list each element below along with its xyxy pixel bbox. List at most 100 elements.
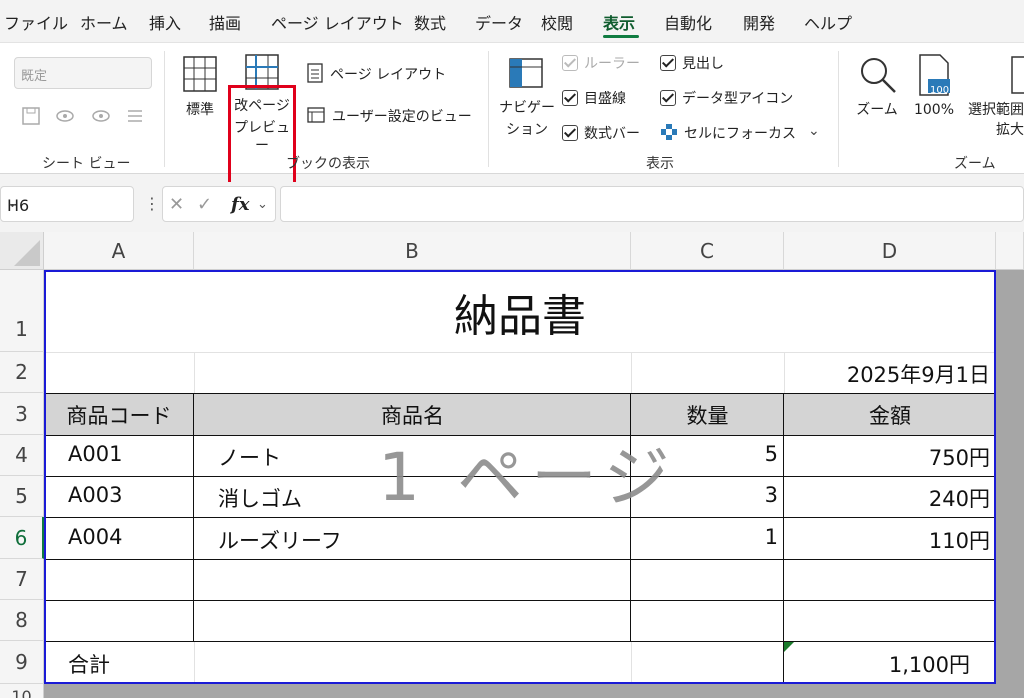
enter-icon[interactable]: ✓ bbox=[197, 194, 212, 215]
outside-print-area bbox=[44, 684, 1024, 698]
sheet-view-combo[interactable]: 既定 ⌄ bbox=[14, 57, 152, 89]
formula-bar-checkbox[interactable]: 数式バー bbox=[562, 123, 640, 143]
column-header-c[interactable]: C bbox=[631, 232, 784, 270]
row-header-4[interactable]: 4 bbox=[0, 435, 44, 476]
row-header-3[interactable]: 3 bbox=[0, 393, 44, 435]
tab-view[interactable]: 表示 bbox=[603, 10, 635, 34]
item-amount[interactable]: 110円 bbox=[784, 525, 990, 555]
headings-checkbox[interactable]: 見出し bbox=[660, 53, 724, 73]
item-name[interactable]: ノート bbox=[218, 442, 281, 472]
navigation-label-2: ション bbox=[506, 122, 548, 138]
workbook-views-group-label: ブックの表示 bbox=[286, 156, 370, 172]
tab-file[interactable]: ファイル bbox=[4, 10, 68, 34]
tab-data[interactable]: データ bbox=[475, 10, 523, 34]
tab-automate[interactable]: 自動化 bbox=[664, 10, 712, 34]
data-type-icons-checkbox[interactable]: データ型アイコン bbox=[660, 88, 793, 108]
focus-cell-icon bbox=[661, 124, 677, 140]
focus-cell-button[interactable]: セルにフォーカス bbox=[660, 123, 796, 143]
total-value[interactable]: 1,100円 bbox=[784, 649, 970, 679]
custom-views-icon bbox=[307, 107, 325, 123]
tab-developer[interactable]: 開発 bbox=[743, 10, 775, 34]
active-tab-indicator bbox=[603, 35, 639, 38]
column-header-b[interactable]: B bbox=[194, 232, 631, 270]
zoom-group-label: ズーム bbox=[954, 156, 996, 172]
ruler-checkbox: ルーラー bbox=[562, 53, 640, 73]
name-box[interactable]: H6 ⌄ bbox=[0, 186, 134, 222]
border bbox=[193, 393, 194, 641]
show-group-label: 表示 bbox=[646, 156, 674, 172]
chevron-down-icon: ⌄ bbox=[257, 197, 268, 212]
normal-view-label: 標準 bbox=[186, 102, 214, 118]
tab-formulas[interactable]: 数式 bbox=[414, 10, 446, 34]
zoom-100-label: 100% bbox=[913, 102, 955, 118]
item-amount[interactable]: 750円 bbox=[784, 442, 990, 472]
select-all-button[interactable] bbox=[0, 232, 44, 270]
item-qty[interactable]: 1 bbox=[631, 525, 778, 549]
save-view-icon[interactable] bbox=[20, 105, 42, 127]
invoice-title[interactable]: 納品書 bbox=[44, 280, 996, 344]
column-header-d[interactable]: D bbox=[784, 232, 996, 270]
outside-print-area bbox=[996, 270, 1024, 698]
zoom-selection-button[interactable]: 選択範囲 拡大 bbox=[966, 49, 1024, 149]
checkbox-icon bbox=[660, 90, 676, 106]
item-code[interactable]: A003 bbox=[68, 483, 122, 507]
item-amount[interactable]: 240円 bbox=[784, 483, 990, 513]
ruler-label: ルーラー bbox=[584, 56, 640, 72]
total-label[interactable]: 合計 bbox=[68, 649, 110, 679]
group-divider bbox=[488, 51, 489, 167]
column-header-a[interactable]: A bbox=[44, 232, 194, 270]
date-cell[interactable]: 2025年9月1日 bbox=[784, 359, 990, 389]
tab-insert[interactable]: 挿入 bbox=[149, 10, 181, 34]
new-view-icon[interactable] bbox=[90, 105, 112, 127]
gridlines-checkbox[interactable]: 目盛線 bbox=[562, 88, 626, 108]
checkbox-icon bbox=[562, 90, 578, 106]
item-qty[interactable]: 5 bbox=[631, 442, 778, 466]
exit-view-icon[interactable] bbox=[54, 105, 76, 127]
zoom-100-button[interactable]: 100 100% bbox=[908, 49, 960, 149]
custom-views-button[interactable]: ユーザー設定のビュー bbox=[306, 105, 472, 126]
options-list-icon[interactable] bbox=[124, 105, 146, 127]
row-header-7[interactable]: 7 bbox=[0, 559, 44, 600]
row-header-1[interactable]: 1 bbox=[0, 270, 44, 352]
formula-input[interactable] bbox=[280, 186, 1024, 222]
row-header-6[interactable]: 6 bbox=[0, 517, 44, 559]
page-layout-icon bbox=[307, 63, 323, 83]
formula-bar-label: 数式バー bbox=[584, 126, 640, 142]
tab-review[interactable]: 校閲 bbox=[541, 10, 573, 34]
item-qty[interactable]: 3 bbox=[631, 483, 778, 507]
gridline bbox=[194, 641, 195, 684]
border bbox=[44, 559, 996, 560]
cancel-icon[interactable]: ✕ bbox=[169, 194, 184, 215]
header-amount[interactable]: 金額 bbox=[784, 400, 996, 430]
normal-view-button[interactable]: 標準 bbox=[172, 49, 228, 149]
zoom-selection-label-2: 拡大 bbox=[996, 122, 1024, 138]
item-name[interactable]: ルーズリーフ bbox=[218, 525, 342, 555]
insert-function-icon[interactable]: fx bbox=[231, 194, 249, 215]
group-divider bbox=[164, 51, 165, 167]
page-layout-view-button[interactable]: ページ レイアウト bbox=[306, 63, 446, 84]
column-header-e[interactable] bbox=[996, 232, 1024, 270]
chevron-down-icon[interactable]: ⌄ bbox=[808, 123, 820, 139]
tab-home[interactable]: ホーム bbox=[80, 10, 128, 34]
navigation-button[interactable]: ナビゲー ション bbox=[498, 49, 556, 149]
tab-help[interactable]: ヘルプ bbox=[804, 10, 852, 34]
header-code[interactable]: 商品コード bbox=[44, 400, 194, 430]
more-options-icon[interactable]: ⋮ bbox=[144, 194, 160, 213]
row-header-8[interactable]: 8 bbox=[0, 600, 44, 641]
tab-page-layout[interactable]: ページ レイアウト bbox=[271, 10, 404, 34]
item-code[interactable]: A001 bbox=[68, 442, 122, 466]
gridlines-label: 目盛線 bbox=[584, 91, 626, 107]
formula-controls: ✕ ✓ fx ⌄ bbox=[162, 186, 276, 222]
zoom-button[interactable]: ズーム bbox=[852, 49, 902, 149]
navigation-label-1: ナビゲー bbox=[499, 100, 555, 116]
row-header-9[interactable]: 9 bbox=[0, 641, 44, 684]
page-break-highlight bbox=[228, 85, 296, 195]
item-code[interactable]: A004 bbox=[68, 525, 122, 549]
border bbox=[44, 393, 996, 394]
tab-draw[interactable]: 描画 bbox=[209, 10, 241, 34]
row-header-2[interactable]: 2 bbox=[0, 352, 44, 393]
zoom-label: ズーム bbox=[856, 102, 898, 118]
row-header-5[interactable]: 5 bbox=[0, 476, 44, 517]
item-name[interactable]: 消しゴム bbox=[218, 483, 302, 513]
row-header-10[interactable]: 10 bbox=[0, 684, 44, 698]
